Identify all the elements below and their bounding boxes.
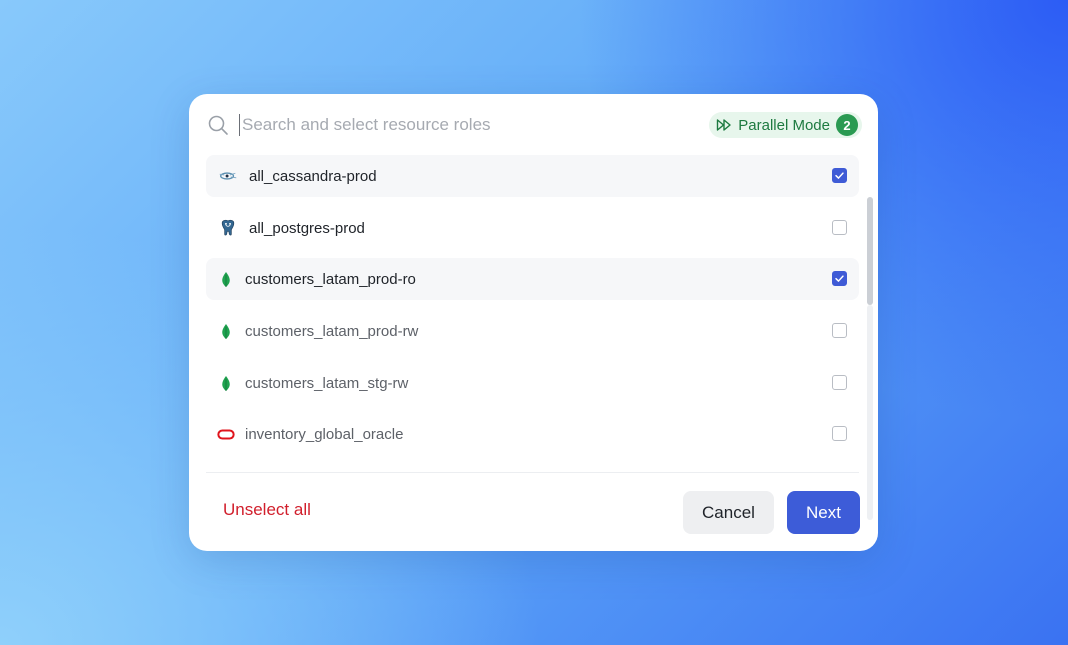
cancel-button[interactable]: Cancel: [683, 491, 774, 534]
list-item-label: customers_latam_prod-rw: [245, 322, 419, 340]
list-item-label: inventory_global_oracle: [245, 425, 404, 443]
unselect-all-link[interactable]: Unselect all: [223, 500, 311, 520]
footer-divider: [206, 472, 859, 473]
item-checkbox[interactable]: [832, 323, 847, 338]
resource-role-picker-dialog: Parallel Mode 2 all_cassandra-prod: [189, 94, 878, 551]
list-item-label: all_postgres-prod: [249, 219, 365, 237]
search-input[interactable]: [239, 114, 710, 136]
fast-forward-icon: [717, 119, 731, 131]
mongodb-icon: [216, 319, 236, 343]
next-button[interactable]: Next: [787, 491, 860, 534]
list-scrollbar-thumb[interactable]: [867, 197, 873, 305]
item-checkbox[interactable]: [832, 375, 847, 390]
search-icon: [208, 115, 228, 135]
oracle-icon: [216, 422, 236, 446]
postgres-icon: [216, 216, 240, 240]
item-checkbox[interactable]: [832, 220, 847, 235]
list-item[interactable]: all_cassandra-prod: [206, 155, 859, 197]
mongodb-icon: [216, 371, 236, 395]
resource-role-list: all_cassandra-prod all_postgres-prod cus…: [206, 155, 859, 473]
parallel-mode-count-badge: 2: [836, 114, 858, 136]
list-item[interactable]: all_postgres-prod: [206, 207, 859, 249]
list-item[interactable]: customers_latam_prod-rw: [206, 310, 859, 352]
list-item-label: customers_latam_stg-rw: [245, 374, 409, 392]
search-row: Parallel Mode 2: [205, 110, 862, 140]
checkmark-icon: [835, 275, 844, 282]
list-item-label: all_cassandra-prod: [249, 167, 377, 185]
parallel-mode-label: Parallel Mode: [738, 116, 830, 134]
list-item[interactable]: customers_latam_stg-rw: [206, 362, 859, 404]
list-scrollbar-track[interactable]: [867, 305, 873, 520]
item-checkbox[interactable]: [832, 168, 847, 183]
item-checkbox[interactable]: [832, 271, 847, 286]
checkmark-icon: [835, 172, 844, 179]
list-item-label: customers_latam_prod-ro: [245, 270, 416, 288]
mongodb-icon: [216, 267, 236, 291]
list-item[interactable]: customers_latam_prod-ro: [206, 258, 859, 300]
parallel-mode-toggle[interactable]: Parallel Mode 2: [709, 112, 862, 138]
item-checkbox[interactable]: [832, 426, 847, 441]
cassandra-icon: [216, 164, 240, 188]
list-item[interactable]: inventory_global_oracle: [206, 413, 859, 455]
